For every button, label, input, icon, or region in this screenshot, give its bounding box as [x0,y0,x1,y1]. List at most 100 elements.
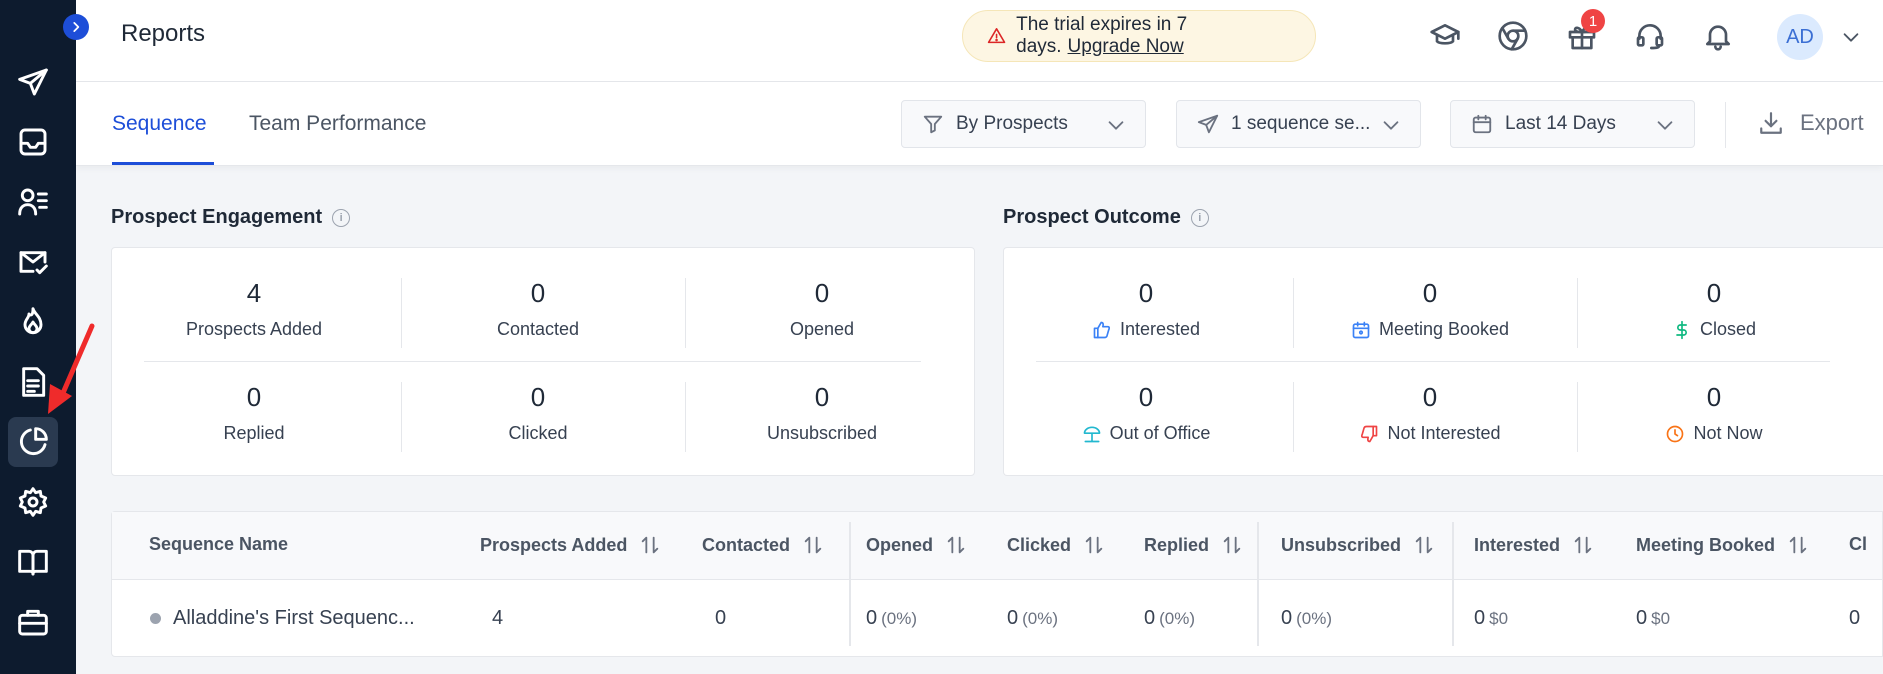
stat-value: 0 [1138,278,1154,308]
cell-value: 0 [1474,607,1486,629]
cell-closed: 0 [1849,607,1861,629]
pie-chart-icon [19,427,48,456]
sidebar-item-sequences[interactable] [8,57,58,107]
column-group-divider [1257,522,1259,646]
stat-not-now: 0 Not Now [1572,382,1856,444]
calendar-icon [1472,114,1492,134]
stat-value: 0 [1422,382,1438,412]
sidebar-item-email-accounts[interactable] [8,237,58,287]
stat-value: 0 [814,382,830,412]
export-label: Export [1800,110,1864,135]
sequence-filter-dropdown[interactable]: 1 sequence se... [1176,100,1421,148]
thumbs-down-icon [1361,425,1378,442]
column-header-closed[interactable]: Cl [1849,534,1867,555]
column-header-prospects-added[interactable]: Prospects Added [480,534,661,556]
column-header-unsubscribed[interactable]: Unsubscribed [1281,534,1435,556]
cell-percent: (0%) [881,609,918,628]
stat-label: Meeting Booked [1378,319,1510,339]
cell-value: 0 [1144,607,1156,629]
stat-value: 0 [246,382,262,412]
chrome-icon [1498,21,1528,51]
chevron-down-icon [1383,121,1399,130]
send-icon [1197,114,1219,134]
stat-label-row: Closed [1572,319,1856,340]
cell-value: 0 [1281,607,1293,629]
stat-label: Clicked [508,423,568,443]
stat-label: Contacted [496,319,580,339]
column-group-divider [849,522,851,646]
toolbar-divider [1725,102,1726,148]
stat-label: Interested [1119,319,1201,339]
column-header-clicked[interactable]: Clicked [1007,534,1105,556]
academy-button[interactable] [1426,17,1464,55]
cell-opened: 0 (0%) [866,607,917,630]
gift-button[interactable]: 1 [1563,9,1605,55]
clock-icon [1667,425,1684,442]
info-icon[interactable]: i [1190,208,1209,227]
column-header-interested[interactable]: Interested [1474,534,1594,556]
sequence-filter-label: 1 sequence se... [1231,113,1371,134]
sort-icon [1574,536,1592,554]
sort-icon [642,536,659,554]
prospects-icon [18,188,48,216]
sidebar-item-help-docs[interactable] [8,537,58,587]
warning-icon [987,28,1006,44]
tab-sequence[interactable]: Sequence [112,112,207,136]
chrome-extension-button[interactable] [1494,17,1532,55]
sidebar-item-reports[interactable] [8,417,58,467]
cell-meeting-booked: 0 $0 [1636,607,1670,630]
stat-label-row: Out of Office [1004,423,1288,444]
sidebar-item-prospects[interactable] [8,177,58,227]
date-range-dropdown[interactable]: Last 14 Days [1450,100,1695,148]
info-icon[interactable]: i [332,208,351,227]
sort-icon [1415,536,1433,554]
cell-amount: $0 [1489,609,1509,628]
sidebar-item-inbox[interactable] [8,117,58,167]
upgrade-now-link[interactable]: Upgrade Now [1068,36,1184,57]
stat-not-interested: 0 Not Interested [1288,382,1572,444]
tab-team-performance[interactable]: Team Performance [249,112,426,136]
column-group-divider [1452,522,1454,646]
column-header-label: Sequence Name [149,534,289,554]
briefcase-icon [18,609,48,636]
prospect-outcome-card: 0 Interested 0 Meeting Booked 0 Closed 0… [1003,247,1883,476]
column-header-label: Cl [1849,534,1867,554]
cell-prospects-added: 4 [492,607,504,629]
card-divider [1036,361,1830,362]
sidebar-expand-button[interactable] [63,14,89,40]
stat-value: 0 [1422,278,1438,308]
sequence-name-link[interactable]: Alladdine's First Sequenc... [173,607,415,630]
book-open-icon [18,549,48,576]
stat-label-row: Not Now [1572,423,1856,444]
column-header-sequence-name[interactable]: Sequence Name [149,534,288,555]
stat-value: 0 [1138,382,1154,412]
support-button[interactable] [1631,17,1669,55]
page-title: Reports [121,20,206,47]
sidebar-item-settings[interactable] [8,477,58,527]
column-header-meeting-booked[interactable]: Meeting Booked [1636,534,1809,556]
cell-percent: (0%) [1022,609,1059,628]
chevron-down-icon[interactable] [1840,26,1862,48]
stat-label: Out of Office [1109,423,1211,443]
column-header-label: Meeting Booked [1636,534,1776,555]
stat-replied: 0 Replied [112,382,396,444]
cell-value: 0 [866,607,878,629]
stat-opened: 0 Opened [680,278,964,340]
notifications-button[interactable] [1699,17,1737,55]
dollar-icon [1676,320,1687,339]
top-bar: Reports The trial expires in 7 days. Upgr… [76,0,1883,82]
export-button[interactable]: Export [1758,110,1864,136]
column-header-opened[interactable]: Opened [866,534,967,556]
beach-umbrella-icon [1083,426,1100,442]
stat-label: Not Interested [1387,423,1501,443]
stat-contacted: 0 Contacted [396,278,680,340]
avatar[interactable]: AD [1777,14,1823,60]
sidebar-item-integrations[interactable] [8,597,58,647]
date-range-label: Last 14 Days [1505,113,1616,134]
sequence-status-dot [150,613,161,624]
stat-meeting-booked: 0 Meeting Booked [1288,278,1572,340]
column-header-contacted[interactable]: Contacted [702,534,824,556]
prospects-filter-dropdown[interactable]: By Prospects [901,100,1146,148]
column-header-replied[interactable]: Replied [1144,534,1243,556]
chevron-down-icon [1657,121,1673,130]
